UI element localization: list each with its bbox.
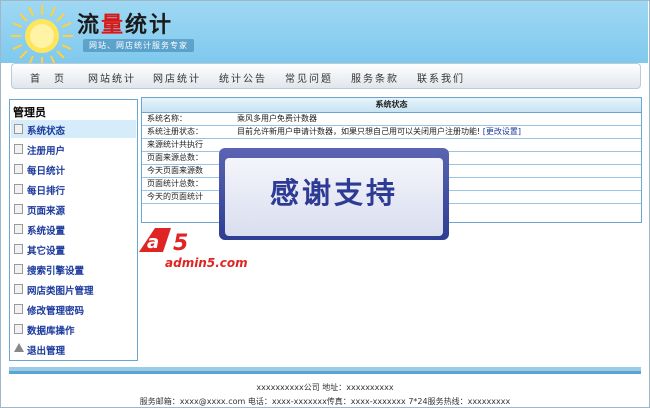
row-key: 今天的页面统计 xyxy=(147,192,203,201)
page-icon xyxy=(14,284,23,294)
logo-text: 流量统计 xyxy=(77,12,174,38)
sidebar-item-label: 每日统计 xyxy=(27,166,66,177)
sidebar-item-label: 每日排行 xyxy=(27,186,66,197)
row-key: 来源统计共执行 xyxy=(147,140,203,149)
sidebar-item-label: 退出管理 xyxy=(27,346,66,357)
registration-status-text: 目前允许新用户申请计数器，如果只想自己用可以关闭用户注册功能! xyxy=(237,127,481,136)
page-icon xyxy=(14,124,23,134)
site-logo[interactable]: 流量统计 xyxy=(77,7,173,39)
row-key: 页面来源总数： xyxy=(147,153,203,162)
sidebar-item-label: 搜索引擎设置 xyxy=(27,266,85,277)
sidebar-item-label: 页面来源 xyxy=(27,206,66,217)
logo-highlight-char: 量 xyxy=(101,12,126,38)
page-icon xyxy=(14,324,23,334)
sidebar-item-system-status[interactable]: 系统状态 xyxy=(14,123,66,137)
nav-item-home[interactable]: 首 页 xyxy=(30,70,66,85)
svg-text:5: 5 xyxy=(173,231,188,256)
sidebar-item-label: 系统设置 xyxy=(27,226,66,237)
row-value: 乘风多用户免费计数器 xyxy=(237,114,317,123)
row-value: 目前允许新用户申请计数器，如果只想自己用可以关闭用户注册功能! [更改设置] xyxy=(237,126,521,138)
nav-item-shop-stats[interactable]: 网店统计 xyxy=(153,70,201,85)
row-key: 系统名称： xyxy=(147,114,187,123)
admin-sidebar: 管理员 系统状态 注册用户 每日统计 每日排行 页面来源 系统设置 其它设置 搜… xyxy=(9,99,138,361)
thanks-text: 感谢支持 xyxy=(269,176,398,210)
sun-logo-icon xyxy=(11,5,73,67)
sidebar-item-label: 其它设置 xyxy=(27,246,66,257)
page-icon xyxy=(14,224,23,234)
sidebar-item-logout[interactable]: 退出管理 xyxy=(14,343,66,357)
nav-item-site-stats[interactable]: 网站统计 xyxy=(88,70,136,85)
nav-item-contact[interactable]: 联系我们 xyxy=(417,70,465,85)
sidebar-item-label: 修改管理密码 xyxy=(27,306,85,317)
footer-divider-dark xyxy=(9,371,641,374)
sidebar-item-other-settings[interactable]: 其它设置 xyxy=(14,243,66,257)
page-icon xyxy=(14,164,23,174)
row-key: 系统注册状态： xyxy=(147,127,203,136)
table-row: 系统注册状态： 目前允许新用户申请计数器，如果只想自己用可以关闭用户注册功能! … xyxy=(142,126,641,139)
page-icon xyxy=(14,244,23,254)
table-title: 系统状态 xyxy=(142,98,641,113)
sidebar-item-daily-ranking[interactable]: 每日排行 xyxy=(14,183,66,197)
page-icon xyxy=(14,264,23,274)
main-nav: 首 页 网站统计 网店统计 统计公告 常见问题 服务条款 联系我们 xyxy=(11,63,641,89)
page-icon xyxy=(14,144,23,154)
sidebar-item-label: 系统状态 xyxy=(27,126,66,137)
page-icon xyxy=(14,304,23,314)
sidebar-item-daily-stats[interactable]: 每日统计 xyxy=(14,163,66,177)
row-key: 页面统计总数： xyxy=(147,179,203,188)
sidebar-title: 管理员 xyxy=(13,106,46,119)
change-settings-link[interactable]: [更改设置] xyxy=(483,127,521,136)
sidebar-item-database[interactable]: 数据库操作 xyxy=(14,323,75,337)
thanks-banner-inner: 感谢支持 xyxy=(225,158,443,236)
sidebar-item-label: 注册用户 xyxy=(27,146,66,157)
sidebar-item-registered-users[interactable]: 注册用户 xyxy=(14,143,66,157)
table-row: 系统名称： 乘风多用户免费计数器 xyxy=(142,113,641,126)
sidebar-item-shop-images[interactable]: 网店类图片管理 xyxy=(14,283,94,297)
footer-company: xxxxxxxxxx公司 地址：xxxxxxxxxx xyxy=(256,383,394,392)
watermark-text: admin5.com xyxy=(165,256,248,270)
sidebar-item-system-settings[interactable]: 系统设置 xyxy=(14,223,66,237)
sidebar-item-search-engine-settings[interactable]: 搜索引擎设置 xyxy=(14,263,85,277)
sidebar-item-label: 数据库操作 xyxy=(27,326,75,337)
page-icon xyxy=(14,204,23,214)
nav-item-notices[interactable]: 统计公告 xyxy=(219,70,267,85)
sidebar-item-label: 网店类图片管理 xyxy=(27,286,94,297)
footer-contact: 服务邮箱：xxxx@xxxx.com 电话：xxxx-xxxxxxx传真：xxx… xyxy=(139,397,511,406)
svg-text:a: a xyxy=(147,232,159,253)
nav-item-terms[interactable]: 服务条款 xyxy=(351,70,399,85)
thanks-banner: 感谢支持 xyxy=(219,148,449,240)
sidebar-item-change-password[interactable]: 修改管理密码 xyxy=(14,303,85,317)
header: 流量统计 网站、网店统计服务专家 xyxy=(1,1,648,67)
nav-item-faq[interactable]: 常见问题 xyxy=(285,70,333,85)
row-key: 今天页面来源数 xyxy=(147,166,203,175)
sidebar-item-page-source[interactable]: 页面来源 xyxy=(14,203,66,217)
page-icon xyxy=(14,184,23,194)
site-slogan: 网站、网店统计服务专家 xyxy=(83,39,194,52)
warning-icon xyxy=(14,343,24,352)
